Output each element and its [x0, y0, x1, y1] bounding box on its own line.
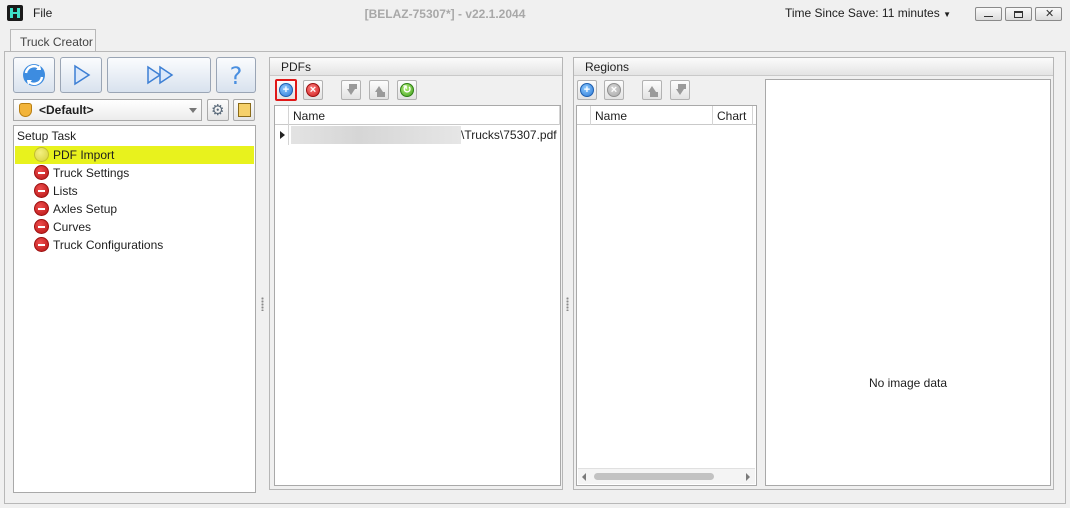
help-button[interactable]: ? — [216, 57, 256, 93]
no-image-message: No image data — [868, 376, 948, 390]
profile-notes-button[interactable] — [233, 99, 255, 121]
setup-task-list: Setup Task PDF Import Truck Settings Lis… — [13, 125, 256, 493]
regions-grid-header: Name Chart — [577, 106, 756, 125]
table-row[interactable]: \Trucks\75307.pdf — [275, 125, 560, 145]
save-timer-label: Time Since Save: 11 minutes — [785, 6, 940, 20]
task-item-curves[interactable]: Curves — [15, 218, 254, 236]
error-status-icon — [34, 219, 49, 234]
error-status-icon — [34, 237, 49, 252]
svg-text:?: ? — [230, 62, 243, 90]
splitter-handle[interactable] — [261, 297, 264, 311]
pdf-grid: Name \Trucks\75307.pdf — [274, 105, 561, 486]
pdf-file-path: \Trucks\75307.pdf — [461, 128, 557, 142]
task-item-pdf-import[interactable]: PDF Import — [15, 146, 254, 164]
file-menu[interactable]: File — [33, 6, 52, 20]
task-item-label: Axles Setup — [53, 202, 118, 216]
gear-icon: ⚙ — [211, 102, 225, 119]
pending-status-icon — [34, 147, 49, 162]
task-item-label: Lists — [53, 184, 78, 198]
save-timer-dropdown[interactable]: Time Since Save: 11 minutes ▼ — [785, 6, 951, 20]
app-logo-icon — [7, 5, 23, 21]
refresh-icon — [23, 64, 45, 86]
task-item-axles-setup[interactable]: Axles Setup — [15, 200, 254, 218]
chevron-down-icon — [189, 108, 197, 113]
column-header-name[interactable]: Name — [591, 106, 713, 125]
sync-button[interactable] — [13, 57, 55, 93]
region-move-down-button[interactable] — [670, 80, 690, 100]
close-icon: ✕ — [1045, 8, 1055, 20]
horizontal-scrollbar[interactable] — [578, 468, 755, 484]
scroll-left-icon[interactable] — [582, 473, 586, 481]
regions-panel-header: Regions — [574, 58, 1053, 76]
regions-panel-title: Regions — [585, 60, 630, 74]
add-pdf-button[interactable]: + — [275, 79, 297, 101]
row-indicator-header — [577, 106, 591, 125]
task-item-label: Truck Settings — [53, 166, 130, 180]
profile-mask-icon — [19, 103, 32, 117]
close-button[interactable]: ✕ — [1035, 7, 1062, 21]
task-item-label: Truck Configurations — [53, 238, 164, 252]
task-item-truck-configurations[interactable]: Truck Configurations — [15, 236, 254, 254]
region-move-up-button[interactable] — [642, 80, 662, 100]
column-header-name[interactable]: Name — [289, 106, 560, 125]
pdfs-panel-title: PDFs — [281, 60, 311, 74]
task-item-label: Curves — [53, 220, 92, 234]
help-icon: ? — [230, 62, 243, 90]
scroll-right-icon[interactable] — [746, 473, 750, 481]
error-status-icon — [34, 183, 49, 198]
pdfs-panel: PDFs + × ↻ Name \Trucks\75307.pdf — [269, 57, 563, 490]
notepad-icon — [238, 103, 251, 117]
column-header-chart[interactable]: Chart — [713, 106, 753, 125]
regions-grid: Name Chart — [576, 105, 757, 486]
remove-region-button[interactable]: × — [604, 80, 624, 100]
move-down-button[interactable] — [341, 80, 361, 100]
maximize-button[interactable] — [1005, 7, 1032, 21]
chevron-down-icon: ▼ — [943, 10, 951, 19]
task-item-lists[interactable]: Lists — [15, 182, 254, 200]
scrollbar-thumb[interactable] — [594, 473, 714, 480]
region-image-preview: No image data — [765, 79, 1051, 486]
arrow-down-icon — [676, 89, 684, 95]
add-icon: + — [580, 83, 594, 97]
row-indicator-header — [275, 106, 289, 125]
add-icon: + — [279, 83, 293, 97]
task-item-truck-settings[interactable]: Truck Settings — [15, 164, 254, 182]
redacted-path — [291, 126, 461, 144]
error-status-icon — [34, 165, 49, 180]
splitter-handle[interactable] — [566, 297, 569, 311]
play-icon — [74, 64, 91, 86]
run-button[interactable] — [60, 57, 102, 93]
delete-icon: × — [607, 83, 621, 97]
window-title: [BELAZ-75307*] - v22.1.2044 — [364, 7, 526, 21]
profile-select[interactable]: <Default> — [13, 99, 202, 121]
refresh-icon: ↻ — [400, 83, 414, 97]
reload-pdf-button[interactable]: ↻ — [397, 80, 417, 100]
tab-truck-creator[interactable]: Truck Creator — [10, 29, 96, 52]
profile-settings-button[interactable]: ⚙ — [207, 99, 229, 121]
regions-panel: Regions + × Name Chart No image data — [573, 57, 1054, 490]
arrow-down-icon — [347, 89, 355, 95]
task-item-label: PDF Import — [53, 148, 115, 162]
run-all-button[interactable] — [107, 57, 211, 93]
pdfs-panel-header: PDFs — [270, 58, 562, 76]
move-up-button[interactable] — [369, 80, 389, 100]
task-list-header: Setup Task — [17, 129, 77, 143]
pdf-grid-header: Name — [275, 106, 560, 125]
row-pointer-icon — [280, 131, 285, 139]
row-indicator — [275, 125, 289, 145]
delete-icon: × — [306, 83, 320, 97]
profile-select-value: <Default> — [39, 103, 94, 117]
add-region-button[interactable]: + — [577, 80, 597, 100]
fast-forward-icon — [147, 65, 174, 85]
minimize-button[interactable] — [975, 7, 1002, 21]
remove-pdf-button[interactable]: × — [303, 80, 323, 100]
error-status-icon — [34, 201, 49, 216]
